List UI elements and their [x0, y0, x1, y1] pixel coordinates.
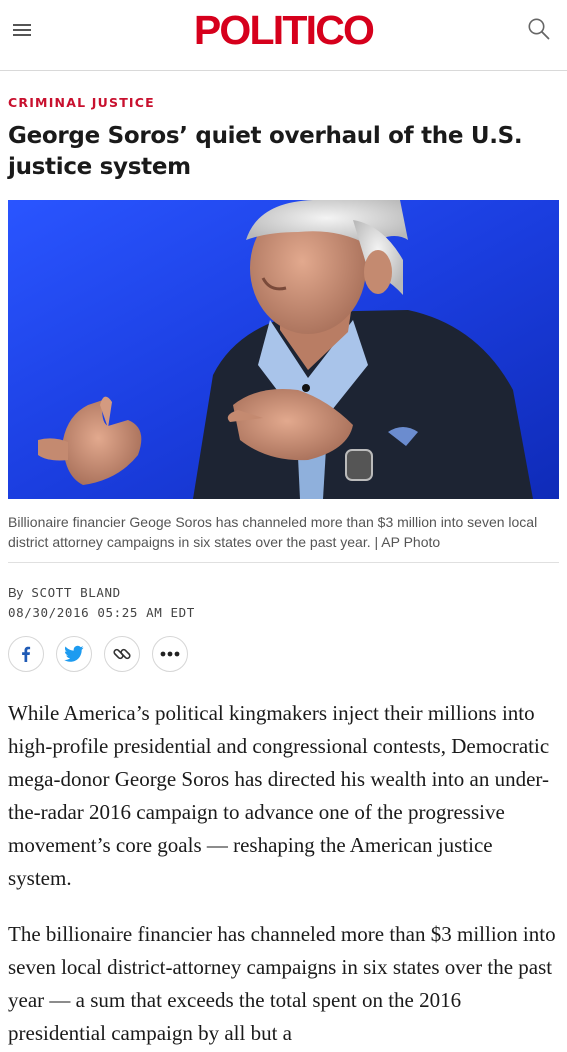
share-more-button[interactable] — [152, 636, 188, 672]
site-header: POLITICO — [0, 0, 567, 71]
share-link-button[interactable] — [104, 636, 140, 672]
timestamp: 08/30/2016 05:25 AM EDT — [8, 605, 195, 620]
link-icon — [113, 648, 131, 660]
divider — [8, 562, 559, 563]
byline-prefix: By — [8, 585, 24, 600]
twitter-icon — [64, 645, 84, 662]
more-icon — [160, 651, 180, 657]
article-headline: George Soros’ quiet overhaul of the U.S.… — [8, 123, 523, 180]
facebook-icon — [22, 646, 31, 662]
politico-logo[interactable]: POLITICO — [0, 8, 567, 52]
section-kicker[interactable]: CRIMINAL JUSTICE — [8, 95, 155, 110]
search-icon[interactable] — [526, 16, 552, 42]
article-paragraph: While America’s political kingmakers inj… — [8, 701, 550, 890]
photo-caption: Billionaire financier Geoge Soros has ch… — [8, 514, 538, 550]
author-link[interactable]: SCOTT BLAND — [31, 585, 120, 600]
article-paragraph: The billionaire financier has channeled … — [8, 922, 556, 1045]
share-twitter-button[interactable] — [56, 636, 92, 672]
byline: By SCOTT BLAND — [8, 585, 121, 600]
article-photo — [8, 200, 559, 499]
article-body: While America’s political kingmakers inj… — [8, 697, 556, 1052]
share-facebook-button[interactable] — [8, 636, 44, 672]
